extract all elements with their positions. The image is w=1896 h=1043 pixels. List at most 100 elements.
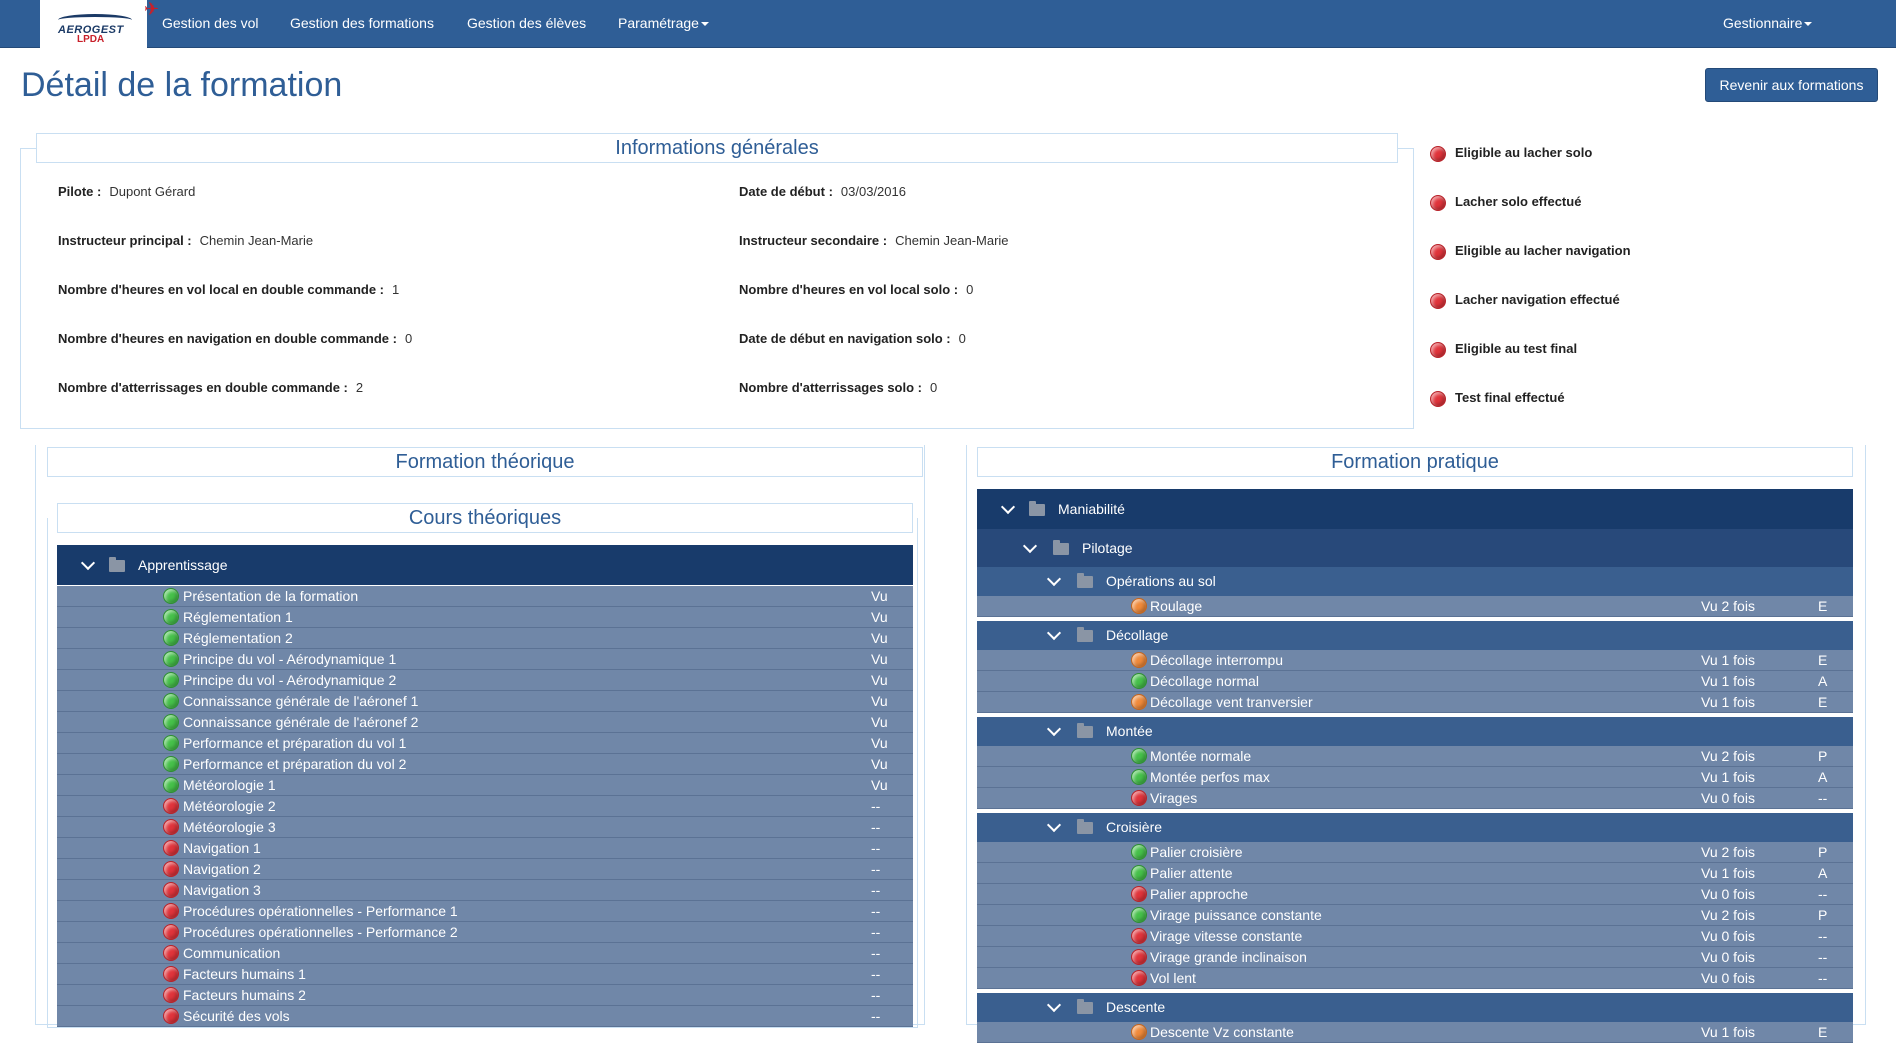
info-field-label: Nombre d'heures en vol local en double c… [58, 282, 384, 297]
course-status-icon [163, 945, 179, 961]
chevron-down-icon[interactable] [1046, 721, 1062, 737]
course-status: Vu [871, 693, 888, 709]
item-status-icon [1131, 865, 1147, 881]
status-item: Lacher solo effectué [1430, 192, 1581, 212]
item-count: Vu 1 fois [1701, 652, 1755, 668]
practice-section-label: Croisière [1106, 819, 1163, 835]
course-status: Vu [871, 630, 888, 646]
theory-course-row[interactable]: Performance et préparation du vol 1 Vu [57, 733, 913, 754]
info-field: Date de début en navigation solo : 0 [739, 331, 966, 346]
practice-section-header[interactable]: Croisière [977, 813, 1853, 842]
theory-course-row[interactable]: Navigation 1 -- [57, 838, 913, 859]
practice-item-row[interactable]: Virage vitesse constante Vu 0 fois -- [977, 926, 1853, 947]
theory-course-row[interactable]: Sécurité des vols -- [57, 1006, 913, 1027]
theory-course-row[interactable]: Principe du vol - Aérodynamique 2 Vu [57, 670, 913, 691]
practice-section-header[interactable]: Décollage [977, 621, 1853, 650]
info-field-label: Instructeur secondaire : [739, 233, 888, 248]
folder-icon [1077, 627, 1093, 642]
theory-course-row[interactable]: Procédures opérationnelles - Performance… [57, 922, 913, 943]
practice-item-row[interactable]: Montée normale Vu 2 fois P [977, 746, 1853, 767]
item-status-icon [1131, 790, 1147, 806]
status-label: Lacher navigation effectué [1455, 292, 1620, 307]
course-status-icon [163, 966, 179, 982]
theory-course-row[interactable]: Présentation de la formation Vu [57, 586, 913, 607]
practice-section-label: Montée [1106, 723, 1153, 739]
theory-course-row[interactable]: Facteurs humains 2 -- [57, 985, 913, 1006]
item-level: E [1818, 694, 1828, 710]
course-status: -- [871, 798, 881, 814]
item-level: P [1818, 907, 1828, 923]
brand-logo[interactable]: ✈ AEROGEST LPDA [40, 0, 159, 48]
theory-course-row[interactable]: Météorologie 3 -- [57, 817, 913, 838]
practice-item-row[interactable]: Roulage Vu 2 fois E [977, 596, 1853, 617]
theory-course-row[interactable]: Météorologie 1 Vu [57, 775, 913, 796]
chevron-down-icon[interactable] [1046, 625, 1062, 641]
theory-course-row[interactable]: Principe du vol - Aérodynamique 1 Vu [57, 649, 913, 670]
theory-course-row[interactable]: Connaissance générale de l'aéronef 1 Vu [57, 691, 913, 712]
theory-course-row[interactable]: Navigation 3 -- [57, 880, 913, 901]
practice-section-header[interactable]: Montée [977, 717, 1853, 746]
info-field: Nombre d'heures en vol local en double c… [58, 282, 399, 297]
practice-subgroup-header[interactable]: Pilotage [977, 529, 1853, 567]
practice-section-header[interactable]: Opérations au sol [977, 567, 1853, 596]
chevron-down-icon[interactable] [1022, 538, 1038, 554]
back-to-formations-button[interactable]: Revenir aux formations [1705, 68, 1878, 102]
theory-course-row[interactable]: Météorologie 2 -- [57, 796, 913, 817]
item-level: A [1818, 673, 1828, 689]
theory-course-row[interactable]: Réglementation 2 Vu [57, 628, 913, 649]
practice-item-row[interactable]: Montée perfos max Vu 1 fois A [977, 767, 1853, 788]
theory-group-header[interactable]: Apprentissage [57, 545, 913, 585]
item-level: -- [1818, 949, 1828, 965]
course-status-icon [163, 672, 179, 688]
theory-course-row[interactable]: Navigation 2 -- [57, 859, 913, 880]
info-field: Instructeur secondaire : Chemin Jean-Mari… [739, 233, 1009, 248]
course-status: -- [871, 924, 881, 940]
nav-gestion-formations[interactable]: Gestion des formations [290, 0, 434, 48]
theory-course-row[interactable]: Communication -- [57, 943, 913, 964]
item-level: -- [1818, 970, 1828, 986]
nav-parametrage[interactable]: Paramétrage [618, 0, 709, 48]
theory-course-row[interactable]: Connaissance générale de l'aéronef 2 Vu [57, 712, 913, 733]
nav-user-menu[interactable]: Gestionnaire [1723, 0, 1813, 48]
info-field: Nombre d'heures en navigation en double … [58, 331, 412, 346]
chevron-down-icon[interactable] [1046, 571, 1062, 587]
practice-item-row[interactable]: Palier attente Vu 1 fois A [977, 863, 1853, 884]
item-label: Roulage [1150, 598, 1203, 614]
status-indicator-icon [1430, 243, 1446, 260]
course-status: Vu [871, 609, 888, 625]
theory-course-row[interactable]: Performance et préparation du vol 2 Vu [57, 754, 913, 775]
practice-item-row[interactable]: Virage puissance constante Vu 2 fois P [977, 905, 1853, 926]
practice-item-row[interactable]: Vol lent Vu 0 fois -- [977, 968, 1853, 989]
status-indicator-icon [1430, 341, 1446, 358]
practice-item-row[interactable]: Palier approche Vu 0 fois -- [977, 884, 1853, 905]
item-label: Virage vitesse constante [1150, 928, 1303, 944]
nav-gestion-eleves[interactable]: Gestion des élèves [467, 0, 586, 48]
practice-section-header[interactable]: Descente [977, 993, 1853, 1022]
practice-item-row[interactable]: Virage grande inclinaison Vu 0 fois -- [977, 947, 1853, 968]
practice-item-row[interactable]: Palier croisière Vu 2 fois P [977, 842, 1853, 863]
practice-subgroup-label: Pilotage [1082, 540, 1133, 556]
chevron-down-icon[interactable] [1046, 997, 1062, 1013]
practice-item-row[interactable]: Virages Vu 0 fois -- [977, 788, 1853, 809]
theory-course-row[interactable]: Procédures opérationnelles - Performance… [57, 901, 913, 922]
chevron-down-icon[interactable] [80, 555, 96, 571]
course-status-icon [163, 882, 179, 898]
info-field-value: Dupont Gérard [109, 184, 196, 199]
caret-down-icon [700, 22, 709, 27]
practice-item-row[interactable]: Descente Vz constante Vu 1 fois E [977, 1022, 1853, 1043]
item-status-icon [1131, 886, 1147, 902]
practice-item-row[interactable]: Décollage interrompu Vu 1 fois E [977, 650, 1853, 671]
item-level: E [1818, 652, 1828, 668]
chevron-down-icon[interactable] [1046, 817, 1062, 833]
practice-item-row[interactable]: Décollage vent tranversier Vu 1 fois E [977, 692, 1853, 713]
chevron-down-icon[interactable] [1000, 499, 1016, 515]
course-status: Vu [871, 588, 888, 604]
practice-group-header[interactable]: Maniabilité [977, 489, 1853, 529]
course-status: Vu [871, 735, 888, 751]
practice-item-row[interactable]: Décollage normal Vu 1 fois A [977, 671, 1853, 692]
theory-course-row[interactable]: Facteurs humains 1 -- [57, 964, 913, 985]
theory-course-row[interactable]: Réglementation 1 Vu [57, 607, 913, 628]
info-field-value: 03/03/2016 [840, 184, 906, 199]
nav-gestion-vol[interactable]: Gestion des vol [162, 0, 259, 48]
info-field-value: 2 [355, 380, 364, 395]
